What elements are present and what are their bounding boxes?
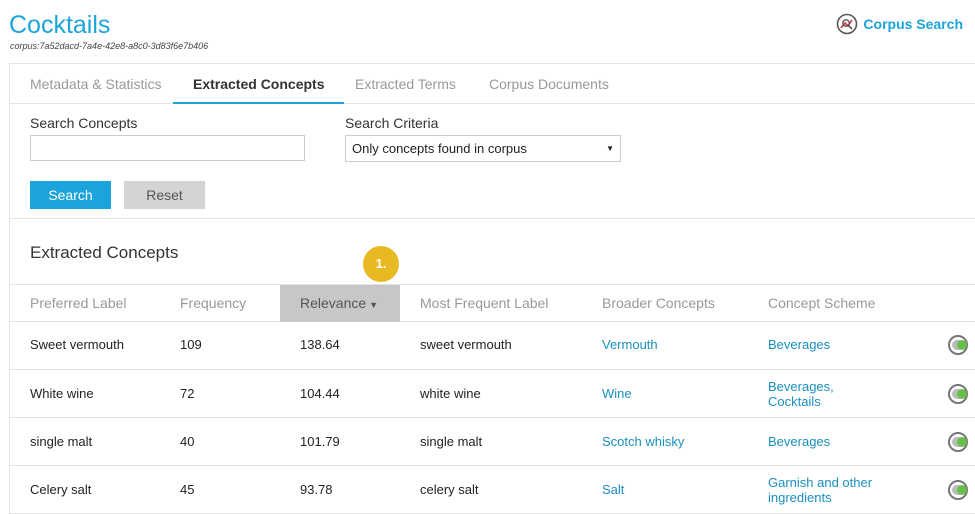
search-concepts-input[interactable] [30, 135, 305, 161]
concept-scheme-link[interactable]: Beverages, Cocktails [768, 379, 834, 409]
cell-preferred-label: Sweet vermouth [30, 337, 124, 352]
cell-relevance: 104.44 [300, 386, 340, 401]
column-frequency[interactable]: Frequency [180, 285, 246, 322]
search-concepts-label: Search Concepts [30, 115, 138, 131]
broader-concept-link[interactable]: Vermouth [602, 337, 658, 352]
broader-concept-link[interactable]: Scotch whisky [602, 434, 684, 449]
divider [10, 218, 975, 219]
page-title: Cocktails [9, 11, 111, 39]
concept-scheme-line-1: Beverages, [768, 379, 834, 394]
cell-frequency: 40 [180, 434, 195, 449]
table-row: Celery salt 45 93.78 celery salt Salt Ga… [10, 466, 975, 514]
caret-down-icon: ▼ [606, 144, 614, 153]
cell-most-frequent-label: white wine [420, 386, 481, 401]
search-criteria-label: Search Criteria [345, 115, 439, 131]
cell-most-frequent-label: single malt [420, 434, 483, 449]
concept-scheme-line-1: Beverages [768, 337, 831, 352]
search-criteria-value: Only concepts found in corpus [352, 141, 527, 156]
caret-down-icon: ▼ [369, 300, 379, 310]
corpus-search-icon [837, 13, 858, 35]
section-title: Extracted Concepts [30, 243, 179, 262]
concept-scheme-link[interactable]: Beverages [768, 434, 830, 449]
concept-scheme-link[interactable]: Beverages [768, 337, 830, 352]
concept-scheme-line-2: Cocktails [768, 394, 821, 409]
cell-preferred-label: single malt [30, 434, 93, 449]
main-panel: Metadata & Statistics Extracted Concepts… [9, 63, 975, 514]
tab-extracted-concepts[interactable]: Extracted Concepts [173, 64, 345, 104]
cell-frequency: 109 [180, 337, 202, 352]
step-badge: 1. [363, 246, 399, 282]
toggle-switch-icon[interactable] [948, 432, 968, 452]
table-row: Sweet vermouth 109 138.64 sweet vermouth… [10, 322, 975, 370]
search-button[interactable]: Search [30, 181, 111, 209]
corpus-id: corpus:7a52dacd-7a4e-42e8-a8c0-3d83f6e7b… [10, 41, 209, 51]
toggle-switch-icon[interactable] [948, 335, 968, 355]
corpus-search-link[interactable]: Corpus Search [836, 13, 963, 35]
toggle-switch-icon[interactable] [948, 480, 968, 500]
column-most-frequent-label[interactable]: Most Frequent Label [420, 285, 548, 322]
cell-relevance: 93.78 [300, 482, 333, 497]
reset-button[interactable]: Reset [124, 181, 205, 209]
cell-relevance: 138.64 [300, 337, 340, 352]
tab-metadata-statistics[interactable]: Metadata & Statistics [10, 64, 182, 104]
tab-corpus-documents[interactable]: Corpus Documents [469, 64, 629, 104]
broader-concept-link[interactable]: Wine [602, 386, 632, 401]
column-broader-concepts[interactable]: Broader Concepts [602, 285, 715, 322]
cell-relevance: 101.79 [300, 434, 340, 449]
broader-concept-link[interactable]: Salt [602, 482, 624, 497]
corpus-search-label: Corpus Search [863, 16, 963, 32]
cell-most-frequent-label: celery salt [420, 482, 479, 497]
search-criteria-select[interactable]: Only concepts found in corpus ▼ [345, 135, 621, 162]
concept-scheme-line-2: ingredients [768, 490, 832, 505]
cell-preferred-label: White wine [30, 386, 94, 401]
cell-frequency: 45 [180, 482, 195, 497]
tab-bar: Metadata & Statistics Extracted Concepts… [10, 64, 975, 104]
table-header: Preferred Label Frequency Relevance ▼ Mos… [10, 284, 975, 322]
column-concept-scheme[interactable]: Concept Scheme [768, 285, 875, 322]
concept-scheme-line-1: Garnish and other [768, 475, 873, 490]
column-relevance-label: Relevance [300, 295, 367, 311]
concept-scheme-link[interactable]: Garnish and other ingredients [768, 475, 872, 505]
table-row: single malt 40 101.79 single malt Scotch… [10, 418, 975, 466]
cell-most-frequent-label: sweet vermouth [420, 337, 512, 352]
toggle-switch-icon[interactable] [948, 384, 968, 404]
tab-extracted-terms[interactable]: Extracted Terms [335, 64, 476, 104]
cell-preferred-label: Celery salt [30, 482, 92, 497]
concept-scheme-line-1: Beverages [768, 434, 831, 449]
cell-frequency: 72 [180, 386, 195, 401]
table-row: White wine 72 104.44 white wine Wine Bev… [10, 370, 975, 418]
column-relevance[interactable]: Relevance ▼ [280, 285, 400, 322]
column-preferred-label[interactable]: Preferred Label [30, 285, 127, 322]
